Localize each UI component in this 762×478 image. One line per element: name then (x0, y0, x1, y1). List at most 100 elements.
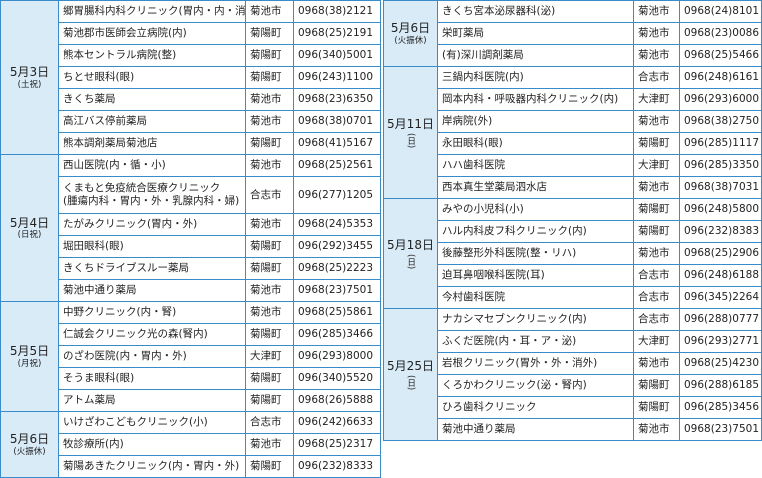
schedule-row: 迫耳鼻咽喉科医院(耳) 合志市 096(248)6188 (384, 264, 762, 287)
facility-phone: 0968(24)5353 (293, 213, 381, 236)
facility-phone: 096(345)2264 (679, 286, 762, 309)
facility-phone: 0968(25)2223 (293, 257, 381, 280)
schedule-row: 5月11日 (日) 三鍋内科医院(内) 合志市 096(248)6161 (383, 66, 762, 199)
facility-name-text: くまもと免疫統合医療クリニック (63, 182, 221, 195)
facility-name-text: きくちドライブスルー薬局 (63, 262, 189, 275)
facility-phone: 096(288)6185 (679, 374, 762, 397)
date-sub: (土祝) (17, 79, 42, 90)
facility-area: 大津町 (633, 330, 680, 353)
facility-area: 菊池市 (245, 110, 294, 133)
facility-area: 菊池市 (633, 44, 680, 67)
facility-name-text: 岸病院(外) (442, 115, 493, 128)
facility-name: 岩根クリニック(胃外・外・消外) (437, 352, 634, 375)
facility-phone: 096(293)6000 (679, 88, 762, 111)
date-label: 5月6日 (9, 432, 50, 447)
schedule-row: 後藤整形外科医院(整・リハ) 菊池市 0968(25)2906 (384, 242, 762, 265)
date-label: 5月5日 (9, 344, 50, 359)
facility-name-text: 西山医院(内・循・小) (63, 159, 166, 172)
facility-name: みやの小児科(小) (437, 198, 634, 221)
schedule-row: くろかわクリニック(泌・腎内) 菊陽町 096(288)6185 (384, 374, 762, 397)
facility-name: たがみクリニック(胃内・外) (58, 213, 246, 236)
facility-name: のざわ医院(内・胃内・外) (58, 345, 246, 368)
schedule-row: 5月5日 (月祝) 中野クリニック(内・腎) 菊池市 0968(25)5861 (0, 301, 381, 412)
date-cell: 5月6日 (火振休) (383, 0, 438, 67)
facility-name: ふくだ医院(内・耳・ア・泌) (437, 330, 634, 353)
schedule-row: 岡本内科・呼吸器内科クリニック(内) 大津町 096(293)6000 (384, 88, 762, 111)
facility-name: ちとせ眼科(眼) (58, 66, 246, 89)
facility-name: 岸病院(外) (437, 110, 634, 133)
facility-phone: 096(340)5001 (293, 44, 381, 67)
facility-area: 合志市 (633, 66, 680, 89)
facility-name: ハル内科皮フ科クリニック(内) (437, 220, 634, 243)
facility-phone: 096(232)8383 (679, 220, 762, 243)
facility-phone: 096(285)3350 (679, 154, 762, 177)
date-label: 5月18日 (387, 237, 434, 252)
facility-name-text: 迫耳鼻咽喉科医院(耳) (442, 269, 545, 282)
facility-phone: 096(285)3456 (679, 396, 762, 419)
date-label: 5月11日 (387, 116, 434, 131)
facility-area: 菊陽町 (633, 374, 680, 397)
date-sub: (日) (405, 254, 416, 270)
schedule-row: ハハ歯科医院 大津町 096(285)3350 (384, 154, 762, 177)
facility-name-text: 仁誠会クリニック光の森(腎内) (63, 328, 208, 341)
schedule-row: 岩根クリニック(胃外・外・消外) 菊池市 0968(25)4230 (384, 352, 762, 375)
facility-area: 菊陽町 (245, 257, 294, 280)
date-cell: 5月18日 (日) (383, 198, 438, 309)
facility-name-text: 菊池中通り薬局 (442, 423, 516, 436)
facility-name: 栄町薬局 (437, 22, 634, 45)
facility-name: 西本真生堂薬局泗水店 (437, 176, 634, 199)
schedule-row: ハル内科皮フ科クリニック(内) 菊陽町 096(232)8383 (384, 220, 762, 243)
facility-name-text: 今村歯科医院 (442, 291, 505, 304)
facility-name-text: ハル内科皮フ科クリニック(内) (442, 225, 587, 238)
facility-phone: 0968(25)2191 (293, 22, 381, 45)
facility-name: 中野クリニック(内・腎) (58, 301, 246, 324)
facility-area: 菊池市 (245, 0, 294, 23)
facility-name: 高江バス停前薬局 (58, 110, 246, 133)
facility-phone: 0968(41)5167 (293, 132, 381, 155)
facility-phone: 0968(23)7501 (293, 279, 381, 302)
date-sub: (火振休) (394, 35, 427, 46)
facility-phone: 096(277)1205 (293, 176, 381, 214)
facility-area: 菊池市 (245, 301, 294, 324)
facility-name-text: 菊池中通り薬局 (63, 284, 137, 297)
facility-phone: 0968(25)5861 (293, 301, 381, 324)
facility-name-text: 岩根クリニック(胃外・外・消外) (442, 357, 598, 370)
facility-area: 菊池市 (245, 279, 294, 302)
schedule-row: ふくだ医院(内・耳・ア・泌) 大津町 096(293)2771 (384, 330, 762, 353)
date-sub: (日) (405, 133, 416, 149)
facility-name-text: きくち宮本泌尿器科(泌) (442, 5, 556, 18)
facility-name-subtext: (腫瘍内科・胃内・外・乳腺内科・婦) (63, 195, 240, 207)
facility-name: 迫耳鼻咽喉科医院(耳) (437, 264, 634, 287)
schedule-row: 栄町薬局 菊池市 0968(23)0086 (384, 22, 762, 45)
facility-area: 合志市 (633, 264, 680, 287)
holiday-duty-schedule: 5月3日(土祝)郷胃腸科内科クリニック(胃内・内・消内・放)菊池市0968(38… (0, 0, 762, 478)
facility-area: 大津町 (633, 154, 680, 177)
schedule-row: 5月18日 (日) みやの小児科(小) 菊陽町 096(248)5800 (383, 198, 762, 309)
facility-area: 菊陽町 (633, 132, 680, 155)
date-cell: 5月3日 (土祝) (0, 0, 59, 155)
facility-name: そうま眼科(眼) (58, 367, 246, 390)
facility-name-text: ナカシマセブンクリニック(内) (442, 313, 587, 326)
facility-name: 郷胃腸科内科クリニック(胃内・内・消内・放) (58, 0, 246, 23)
facility-phone: 096(293)8000 (293, 345, 381, 368)
facility-area: 菊陽町 (633, 396, 680, 419)
facility-phone: 096(243)1100 (293, 66, 381, 89)
facility-name-text: のざわ医院(内・胃内・外) (63, 350, 187, 363)
schedule-row: 永田眼科(眼) 菊陽町 096(285)1117 (384, 132, 762, 155)
facility-name-text: 後藤整形外科医院(整・リハ) (442, 247, 577, 260)
facility-name-text: 熊本セントラル病院(整) (63, 49, 177, 62)
facility-name-text: 郷胃腸科内科クリニック(胃内・内・消内・放) (63, 5, 246, 18)
facility-area: 菊陽町 (245, 66, 294, 89)
facility-name: 菊池中通り薬局 (437, 418, 634, 441)
facility-area: 菊池市 (633, 110, 680, 133)
facility-name: 熊本調剤薬局菊池店 (58, 132, 246, 155)
facility-name-text: ひろ歯科クリニック (442, 401, 537, 414)
facility-phone: 0968(25)2906 (679, 242, 762, 265)
facility-name-text: たがみクリニック(胃内・外) (63, 218, 198, 231)
facility-phone: 096(248)6188 (679, 264, 762, 287)
date-label: 5月4日 (9, 215, 50, 230)
facility-area: 菊池市 (245, 433, 294, 456)
facility-name-text: 中野クリニック(内・腎) (63, 306, 177, 319)
facility-phone: 0968(25)5466 (679, 44, 762, 67)
facility-phone: 0968(38)2121 (293, 0, 381, 23)
